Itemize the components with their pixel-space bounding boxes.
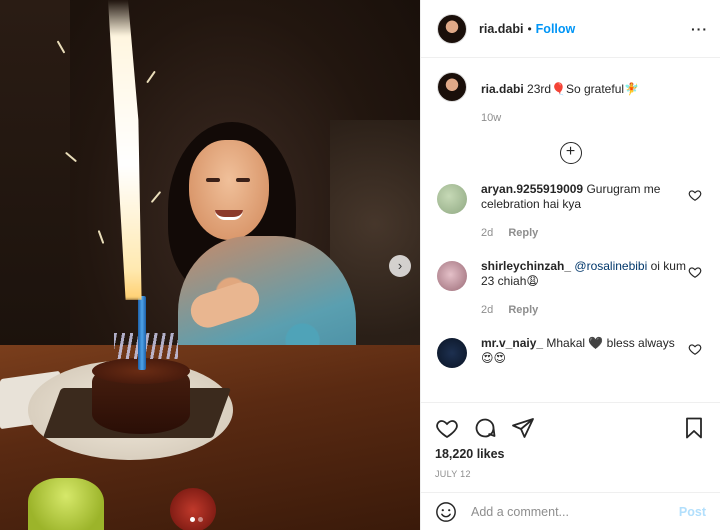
commenter-avatar[interactable]	[437, 338, 467, 368]
next-photo-button[interactable]: ›	[389, 255, 411, 277]
post-header: ria.dabi • Follow ···	[421, 0, 720, 58]
post-actions: 18,220 likes JULY 12	[421, 402, 720, 479]
comment-body: mr.v_naiy_ Mhakal 🖤 bless always😍😍	[481, 336, 686, 366]
caption-meta: 10w	[481, 111, 639, 126]
instagram-post: › ria.dabi • Follow ··· ria.dabi 23rd🎈So…	[0, 0, 720, 530]
action-icons	[435, 411, 706, 445]
bookmark-icon[interactable]	[682, 416, 706, 440]
likes-count[interactable]: 18,220 likes	[435, 447, 706, 461]
comment-input[interactable]	[471, 504, 679, 519]
post-photo[interactable]: ›	[0, 0, 420, 530]
comment-age: 2d	[481, 227, 494, 239]
author-username[interactable]: ria.dabi	[479, 22, 523, 36]
commenter-avatar[interactable]	[437, 261, 467, 291]
photo-candle-holder	[170, 488, 216, 530]
heart-icon[interactable]	[688, 265, 702, 279]
commenter-username[interactable]: mr.v_naiy_	[481, 336, 543, 350]
more-options-button[interactable]: ···	[691, 21, 708, 37]
comment-meta: 2d Reply	[481, 303, 686, 318]
comment-body: aryan.9255919009 Gurugram me celebration…	[481, 182, 686, 241]
heart-icon[interactable]	[688, 188, 702, 202]
carousel-dots	[190, 517, 203, 522]
plus-circle-icon[interactable]: +	[559, 142, 582, 164]
photo-background-wall	[0, 0, 70, 360]
heart-icon[interactable]	[688, 342, 702, 356]
commenter-avatar[interactable]	[437, 184, 467, 214]
photo-cake-decoration	[114, 333, 178, 359]
comment-item: mr.v_naiy_ Mhakal 🖤 bless always😍😍	[437, 336, 704, 368]
comment-composer: Post	[421, 492, 720, 530]
caption-age: 10w	[481, 112, 502, 124]
load-more-comments: +	[437, 142, 704, 164]
photo-cup	[28, 478, 104, 530]
commenter-username[interactable]: shirleychinzah_	[481, 259, 571, 273]
photo-person-eye	[236, 178, 250, 182]
post-date: JULY 12	[435, 469, 471, 479]
post-side-panel: ria.dabi • Follow ··· ria.dabi 23rd🎈So g…	[420, 0, 720, 530]
author-avatar[interactable]	[437, 13, 467, 44]
photo-sparkler-candle	[138, 296, 146, 370]
paper-plane-icon[interactable]	[511, 416, 535, 440]
photo-spark	[150, 190, 162, 204]
carousel-dot-active	[190, 517, 195, 522]
comments-list[interactable]: ria.dabi 23rd🎈So grateful🧚 10w + aryan.9…	[421, 70, 720, 400]
caption-text: 23rd🎈So grateful🧚	[527, 82, 639, 96]
comment-bubble-icon[interactable]	[473, 416, 497, 440]
reply-button[interactable]: Reply	[508, 304, 538, 316]
follow-button[interactable]: Follow	[536, 22, 576, 36]
post-comment-button[interactable]: Post	[679, 505, 706, 519]
comment-item: shirleychinzah_ @rosalinebibi oi kum 23 …	[437, 259, 704, 318]
comment-meta: 2d Reply	[481, 226, 686, 241]
photo-person-face	[189, 140, 269, 240]
photo-spark	[97, 230, 105, 244]
carousel-dot	[198, 517, 203, 522]
post-caption: ria.dabi 23rd🎈So grateful🧚 10w	[437, 70, 704, 126]
commenter-username[interactable]: aryan.9255919009	[481, 182, 583, 196]
heart-icon[interactable]	[435, 416, 459, 440]
caption-avatar[interactable]	[437, 72, 467, 102]
photo-sparkler-flame	[108, 0, 142, 300]
photo-spark	[146, 70, 156, 84]
caption-username[interactable]: ria.dabi	[481, 82, 524, 96]
photo-person-eye	[206, 178, 220, 182]
comment-body: shirleychinzah_ @rosalinebibi oi kum 23 …	[481, 259, 686, 318]
caption-body: ria.dabi 23rd🎈So grateful🧚 10w	[481, 82, 639, 126]
comment-item: aryan.9255919009 Gurugram me celebration…	[437, 182, 704, 241]
chevron-right-icon: ›	[397, 258, 403, 273]
smiley-icon[interactable]	[435, 501, 457, 523]
header-separator: •	[527, 21, 532, 36]
reply-button[interactable]: Reply	[508, 227, 538, 239]
comment-age: 2d	[481, 304, 494, 316]
comment-mention[interactable]: @rosalinebibi	[574, 259, 647, 273]
